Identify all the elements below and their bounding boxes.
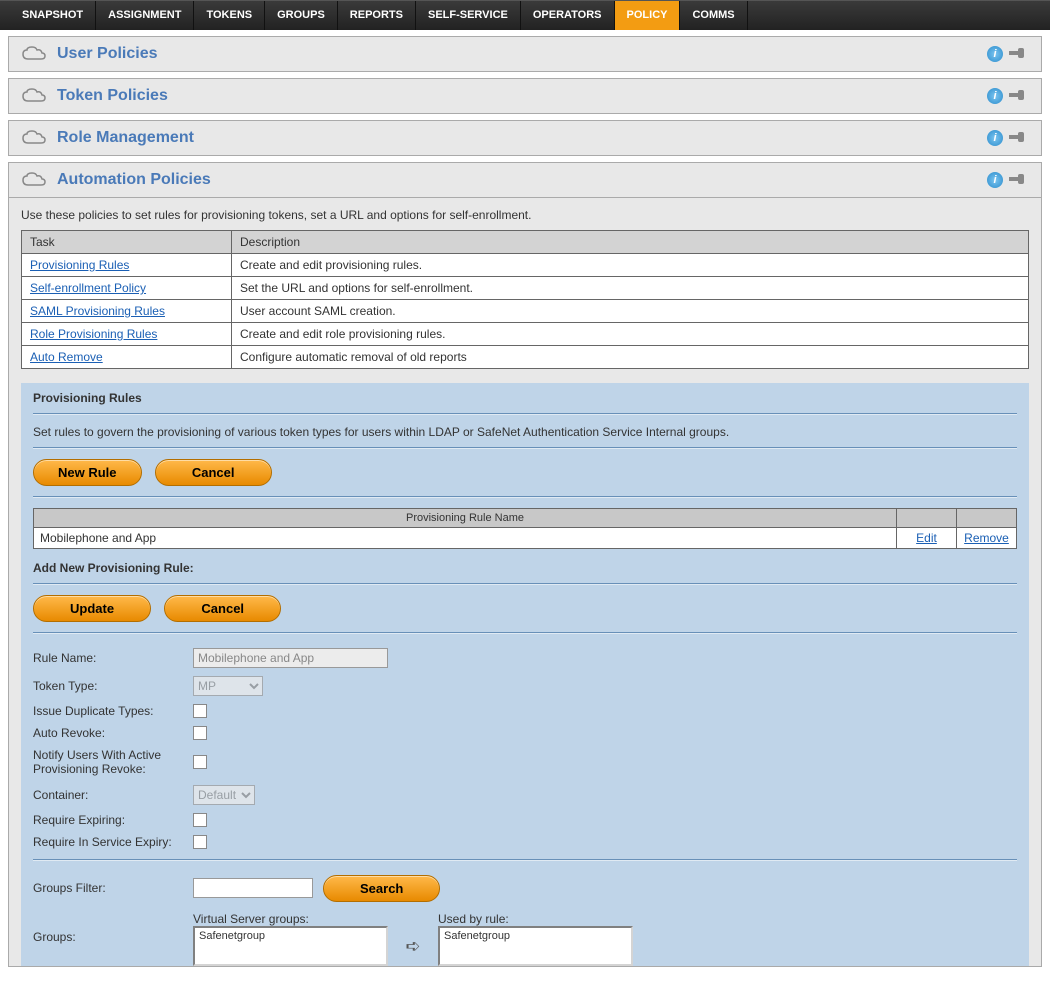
groups-filter-input[interactable] bbox=[193, 878, 313, 898]
description-header: Description bbox=[232, 231, 1029, 254]
panel-user-policies[interactable]: User Policies i bbox=[8, 36, 1042, 72]
require-expiring-checkbox[interactable] bbox=[193, 813, 207, 827]
table-row: Self-enrollment Policy Set the URL and o… bbox=[22, 277, 1029, 300]
table-row: Role Provisioning Rules Create and edit … bbox=[22, 323, 1029, 346]
search-button[interactable]: Search bbox=[323, 875, 440, 902]
rule-name-cell: Mobilephone and App bbox=[34, 528, 897, 549]
tab-operators[interactable]: OPERATORS bbox=[521, 1, 615, 30]
groups-filter-label: Groups Filter: bbox=[33, 881, 193, 895]
panel-title: Token Policies bbox=[57, 87, 987, 105]
listbox-item[interactable]: Safenetgroup bbox=[444, 930, 627, 942]
pin-icon[interactable] bbox=[1009, 172, 1029, 186]
add-rule-heading: Add New Provisioning Rule: bbox=[33, 561, 1017, 575]
top-nav: SNAPSHOT ASSIGNMENT TOKENS GROUPS REPORT… bbox=[0, 0, 1050, 30]
task-desc: Configure automatic removal of old repor… bbox=[232, 346, 1029, 369]
new-rule-button[interactable]: New Rule bbox=[33, 459, 142, 486]
notify-checkbox[interactable] bbox=[193, 755, 207, 769]
cloud-icon bbox=[21, 45, 47, 63]
arrow-right-icon[interactable]: ➪ bbox=[405, 936, 420, 957]
tab-reports[interactable]: REPORTS bbox=[338, 1, 416, 30]
used-by-rule-label: Used by rule: bbox=[438, 912, 509, 926]
tab-assignment[interactable]: ASSIGNMENT bbox=[96, 1, 194, 30]
used-by-rule-listbox[interactable]: Safenetgroup bbox=[438, 926, 633, 966]
virtual-server-groups-label: Virtual Server groups: bbox=[193, 912, 438, 926]
rule-row: Mobilephone and App Edit Remove bbox=[34, 528, 1017, 549]
table-row: Provisioning Rules Create and edit provi… bbox=[22, 254, 1029, 277]
task-desc: Set the URL and options for self-enrollm… bbox=[232, 277, 1029, 300]
cancel-button[interactable]: Cancel bbox=[155, 459, 272, 486]
cloud-icon bbox=[21, 171, 47, 189]
tab-self-service[interactable]: SELF-SERVICE bbox=[416, 1, 521, 30]
task-desc: User account SAML creation. bbox=[232, 300, 1029, 323]
pin-icon[interactable] bbox=[1009, 46, 1029, 60]
virtual-server-groups-listbox[interactable]: Safenetgroup bbox=[193, 926, 388, 966]
panel-role-management[interactable]: Role Management i bbox=[8, 120, 1042, 156]
provisioning-rules-section: Provisioning Rules Set rules to govern t… bbox=[21, 383, 1029, 966]
rule-name-header: Provisioning Rule Name bbox=[34, 509, 897, 528]
task-table: Task Description Provisioning Rules Crea… bbox=[21, 230, 1029, 369]
panel-automation-policies[interactable]: Automation Policies i bbox=[8, 162, 1042, 198]
tab-comms[interactable]: COMMS bbox=[680, 1, 747, 30]
listbox-item[interactable]: Safenetgroup bbox=[199, 930, 382, 942]
container-label: Container: bbox=[33, 788, 193, 802]
tab-policy[interactable]: POLICY bbox=[615, 1, 681, 30]
task-link-provisioning-rules[interactable]: Provisioning Rules bbox=[30, 258, 129, 272]
issue-dup-checkbox[interactable] bbox=[193, 704, 207, 718]
info-icon[interactable]: i bbox=[987, 88, 1003, 104]
pin-icon[interactable] bbox=[1009, 130, 1029, 144]
container-select: Default bbox=[193, 785, 255, 805]
panel-title: Automation Policies bbox=[57, 171, 987, 189]
panel-title: Role Management bbox=[57, 129, 987, 147]
panel-token-policies[interactable]: Token Policies i bbox=[8, 78, 1042, 114]
cloud-icon bbox=[21, 87, 47, 105]
token-type-select: MP bbox=[193, 676, 263, 696]
automation-policies-content: Use these policies to set rules for prov… bbox=[8, 198, 1042, 967]
rule-name-label: Rule Name: bbox=[33, 651, 193, 665]
task-link-role-provisioning[interactable]: Role Provisioning Rules bbox=[30, 327, 157, 341]
prov-rules-heading: Provisioning Rules bbox=[33, 391, 1017, 405]
pin-icon[interactable] bbox=[1009, 88, 1029, 102]
info-icon[interactable]: i bbox=[987, 172, 1003, 188]
task-link-auto-remove[interactable]: Auto Remove bbox=[30, 350, 103, 364]
issue-dup-label: Issue Duplicate Types: bbox=[33, 704, 193, 718]
task-link-saml[interactable]: SAML Provisioning Rules bbox=[30, 304, 165, 318]
prov-rules-subtext: Set rules to govern the provisioning of … bbox=[33, 425, 1017, 439]
tab-tokens[interactable]: TOKENS bbox=[194, 1, 265, 30]
task-desc: Create and edit provisioning rules. bbox=[232, 254, 1029, 277]
task-desc: Create and edit role provisioning rules. bbox=[232, 323, 1029, 346]
task-header: Task bbox=[22, 231, 232, 254]
tab-snapshot[interactable]: SNAPSHOT bbox=[10, 1, 96, 30]
edit-link[interactable]: Edit bbox=[916, 531, 937, 545]
rule-name-table: Provisioning Rule Name Mobilephone and A… bbox=[33, 508, 1017, 549]
auto-revoke-label: Auto Revoke: bbox=[33, 726, 193, 740]
rule-name-input bbox=[193, 648, 388, 668]
remove-link[interactable]: Remove bbox=[964, 531, 1009, 545]
require-expiring-label: Require Expiring: bbox=[33, 813, 193, 827]
task-link-self-enrollment[interactable]: Self-enrollment Policy bbox=[30, 281, 146, 295]
info-icon[interactable]: i bbox=[987, 46, 1003, 62]
require-in-service-checkbox[interactable] bbox=[193, 835, 207, 849]
update-button[interactable]: Update bbox=[33, 595, 151, 622]
groups-label: Groups: bbox=[33, 926, 193, 944]
panel-title: User Policies bbox=[57, 45, 987, 63]
automation-description: Use these policies to set rules for prov… bbox=[21, 208, 1029, 222]
token-type-label: Token Type: bbox=[33, 679, 193, 693]
info-icon[interactable]: i bbox=[987, 130, 1003, 146]
remove-header bbox=[957, 509, 1017, 528]
require-in-service-label: Require In Service Expiry: bbox=[33, 835, 193, 849]
auto-revoke-checkbox[interactable] bbox=[193, 726, 207, 740]
cancel2-button[interactable]: Cancel bbox=[164, 595, 281, 622]
table-row: SAML Provisioning Rules User account SAM… bbox=[22, 300, 1029, 323]
table-row: Auto Remove Configure automatic removal … bbox=[22, 346, 1029, 369]
notify-label: Notify Users With Active Provisioning Re… bbox=[33, 748, 193, 777]
edit-header bbox=[897, 509, 957, 528]
cloud-icon bbox=[21, 129, 47, 147]
tab-groups[interactable]: GROUPS bbox=[265, 1, 338, 30]
